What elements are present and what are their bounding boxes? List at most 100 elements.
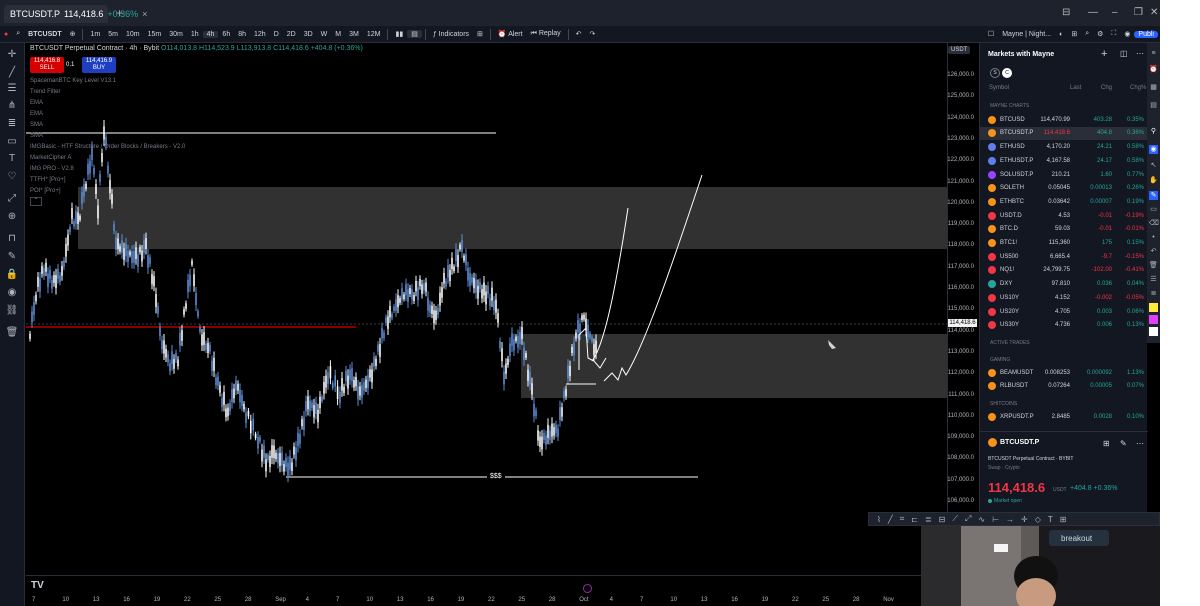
text-tool-icon[interactable]: T [1048,515,1053,524]
watchlist-row[interactable]: NQ1! 24,799.75 -102.00 -0.41% [980,264,1148,277]
interval-M[interactable]: M [331,31,345,38]
alerts-icon[interactable]: ⏰ [1149,65,1158,74]
line-tool-icon[interactable]: ╱ [888,515,893,524]
color-white-icon[interactable] [1149,327,1158,336]
color-yellow-icon[interactable] [1149,303,1158,312]
interval-10m[interactable]: 10m [122,31,144,38]
layers-icon[interactable]: ☰ [1149,275,1158,284]
favorite-icon[interactable]: ♡ [5,171,19,183]
measure-tool-icon[interactable]: ⤢ [965,514,971,524]
news-icon[interactable]: ▤ [1149,101,1158,110]
watchlist-row[interactable]: RLBUSDT 0.07264 0.00005 0.07% [980,380,1148,393]
symbol-search[interactable]: BTCUSDT [24,31,65,38]
replay-button[interactable]: ⏮ Replay [527,30,565,38]
section-gaming[interactable]: GAMING [990,357,1010,363]
time-axis[interactable]: 7 10 13 16 19 22 25 28 Sep 4 7 10 13 16 19 22 25 28 Oct 4 7 1… [26,575,947,606]
indicator-legend-item[interactable]: IMGBasic - HTF Structure / Order Blocks … [30,144,185,150]
window-layout-icon[interactable]: ⊟ [1062,7,1070,18]
interval-30m[interactable]: 30m [165,31,187,38]
minimize-icon[interactable]: — [1088,7,1098,18]
interval-W[interactable]: W [317,31,332,38]
indicator-legend-item[interactable]: MarketCipher A [30,155,71,161]
chart-canvas[interactable]: BTCUSDT Perpetual Contract · 4h · Bybit … [26,43,947,575]
col-chg[interactable]: Chg [1101,85,1112,91]
watchlist-row[interactable]: US30Y 4.736 0.006 0.13% [980,319,1148,332]
indicator-legend-item[interactable]: Trend Filter [30,89,60,95]
watchlist-title[interactable]: Markets with Mayne [988,51,1054,58]
dot-icon[interactable]: • [1149,233,1158,242]
interval-12M[interactable]: 12M [363,31,385,38]
watchlist-row[interactable]: SOLETH 0.05045 0.00013 0.26% [980,182,1148,195]
watchlist-row[interactable]: DXY 97.810 0.036 0.04% [980,278,1148,291]
add-symbol-icon[interactable]: ⊕ [66,30,80,38]
bar-type-icon[interactable]: ▤ [407,30,422,38]
watchlist-row[interactable]: XRPUSDT.P 2.8485 0.0028 0.10% [980,411,1148,424]
eye-visibility-icon[interactable]: ◉ [1149,145,1158,154]
filter-s-icon[interactable]: S [990,68,1000,78]
browser-tab[interactable]: BTCUSDT.P 114,418.6 +0.36% × [4,5,147,23]
indicators-button[interactable]: ƒ Indicators [429,31,473,38]
watchlist-row[interactable]: BTCUSD 114,470.99 403.28 0.35% [980,114,1148,127]
templates-icon[interactable]: ⊞ [473,30,487,38]
quick-search-icon[interactable]: ⌕ [1081,30,1093,38]
undo-icon[interactable]: ↶ [572,30,586,38]
col-last[interactable]: Last [1070,85,1081,91]
price-axis[interactable]: 126,000.0 125,000.0 124,000.0 123,000.0 122,… [947,43,977,575]
eye-icon[interactable]: ◉ [5,287,19,299]
minimize-window-icon[interactable]: ‒ [1112,7,1118,18]
more-options-icon[interactable]: ⋯ [1136,49,1144,58]
pitchfork-icon[interactable]: ⋔ [5,100,19,112]
pencil-icon[interactable]: ✎ [5,251,19,263]
watchlist-row[interactable]: ETHUSDT.P 4,167.58 24.17 0.58% [980,155,1148,168]
ray-icon[interactable]: → [1006,515,1014,524]
new-tab-icon[interactable]: + [116,6,123,20]
filter-c-icon[interactable]: C [1002,68,1012,78]
crop-icon[interactable]: ⌗ [900,514,905,524]
watchlist-row[interactable]: SOLUSDT.P 210.21 1.60 0.77% [980,169,1148,182]
section-shitcoins[interactable]: SHITCOINS [990,401,1017,407]
indicator-legend-item[interactable]: SpacemanBTC Key Level V13.1 [30,78,116,84]
add-symbol-icon[interactable]: + [1101,48,1107,60]
snapshot-icon[interactable]: ◉ [1120,30,1134,38]
crosshair-icon[interactable]: ✛ [5,49,19,61]
watchlist-layout-icon[interactable]: ◫ [1120,49,1128,58]
col-symbol[interactable]: Symbol [989,85,1009,91]
magnet-icon[interactable]: ⊓ [5,233,19,245]
data-window-icon[interactable]: ▦ [1149,83,1158,92]
publish-button[interactable]: Publi [1134,30,1158,38]
indicator-legend-item[interactable]: SMA [30,122,43,128]
watchlist-row[interactable]: BEAMUSDT 0.008253 0.000092 1.13% [980,367,1148,380]
eraser-icon[interactable]: ⌫ [1149,219,1159,228]
watchlist-row[interactable]: ETHBTC 0.03642 0.00007 0.19% [980,196,1148,209]
cursor-icon[interactable]: ↖ [1149,161,1158,170]
text-icon[interactable]: T [5,153,19,165]
indicator-legend-item[interactable]: IMG PRO - V2.8 [30,166,74,172]
indicator-legend-item[interactable]: EMA [30,100,43,106]
wave-icon[interactable]: ∿ [978,515,985,524]
toggle-icon[interactable]: ◐ [1055,31,1067,38]
interval-8h[interactable]: 8h [234,31,250,38]
avatar[interactable]: ● [0,31,12,38]
interval-1h[interactable]: 1h [187,31,203,38]
lock-icon[interactable]: 🔒 [5,269,19,281]
close-window-icon[interactable]: ✕ [1150,7,1158,18]
col-chg-pct[interactable]: Chg% [1130,85,1146,91]
price-chart[interactable] [26,43,947,575]
pin-icon[interactable]: ⚲ [1149,127,1158,136]
fib-icon[interactable]: ≣ [5,118,19,130]
fib-tool-icon[interactable]: ≣ [925,515,932,524]
collapse-legend-icon[interactable]: ⌃ [30,197,42,206]
hand-icon[interactable]: ✋ [1149,176,1158,185]
cross-tool-icon[interactable]: ✛ [1021,515,1028,524]
settings-icon[interactable]: ⚙ [1093,30,1107,38]
chart-type-icon[interactable]: ▮▮ [391,30,407,38]
horizontal-tool-icon[interactable]: ⊢ [992,515,999,524]
link-icon[interactable]: ⛓ [5,305,19,317]
currency-selector[interactable]: USDT [948,46,971,54]
indicator-legend-item[interactable]: EMA [30,111,43,117]
interval-3D[interactable]: 3D [300,31,317,38]
indicator-legend-item[interactable]: TTFH* [Pro+] [30,177,66,183]
grid-tool-icon[interactable]: ⊞ [1060,515,1067,524]
redo-icon[interactable]: ↷ [586,30,600,38]
watchlist-row[interactable]: BTC.D 59.03 -0.01 -0.01% [980,223,1148,236]
